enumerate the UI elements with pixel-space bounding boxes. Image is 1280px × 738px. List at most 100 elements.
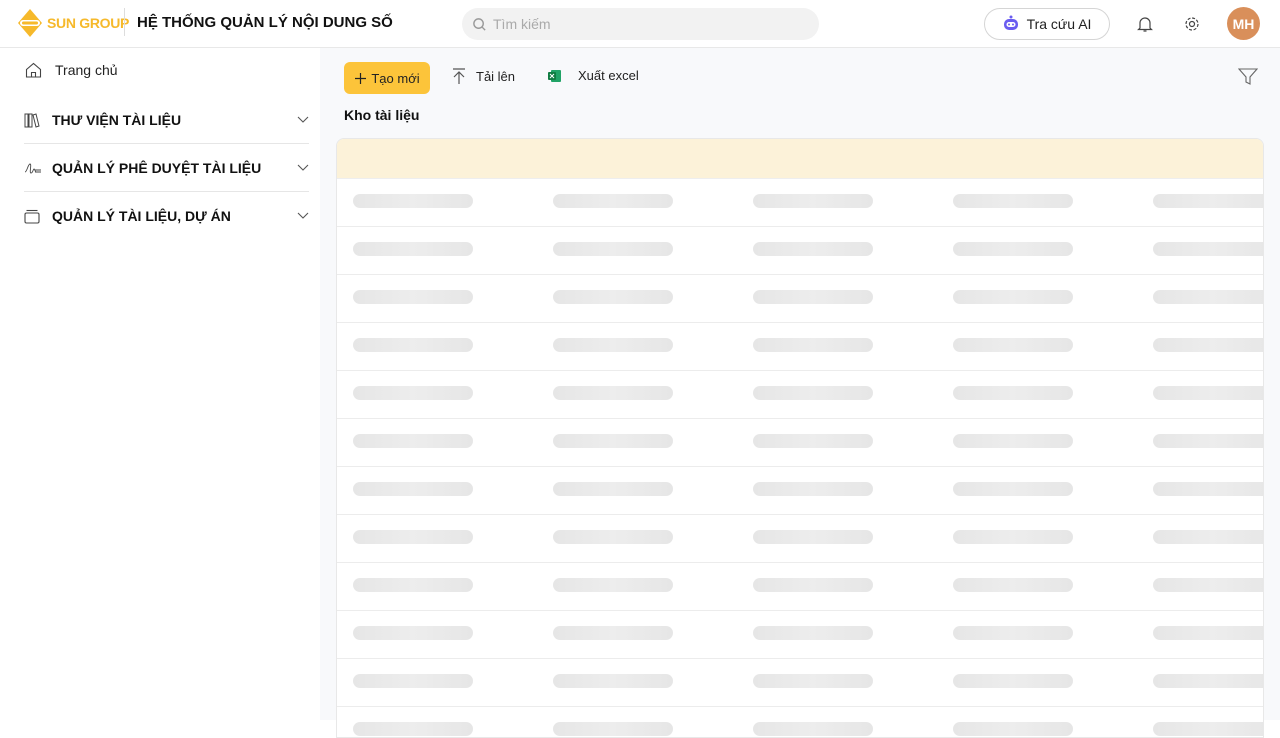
skeleton-cell <box>353 290 473 304</box>
upload-label: Tải lên <box>476 69 515 84</box>
skeleton-cell <box>353 530 473 544</box>
skeleton-cell <box>1153 530 1264 544</box>
skeleton-cell <box>753 722 873 736</box>
skeleton-cell <box>753 434 873 448</box>
skeleton-cell <box>353 578 473 592</box>
ai-search-button[interactable]: Tra cứu AI <box>984 8 1110 40</box>
skeleton-cell <box>553 386 673 400</box>
export-label: Xuất excel <box>578 68 639 83</box>
skeleton-cell <box>753 482 873 496</box>
skeleton-cell <box>553 626 673 640</box>
skeleton-cell <box>953 530 1073 544</box>
skeleton-cell <box>553 338 673 352</box>
plus-icon <box>354 72 367 85</box>
table-row <box>337 659 1263 707</box>
table-row <box>337 707 1263 738</box>
settings-gear-icon[interactable] <box>1181 13 1203 35</box>
table-row <box>337 179 1263 227</box>
skeleton-cell <box>953 674 1073 688</box>
excel-icon <box>548 69 562 83</box>
skeleton-cell <box>353 386 473 400</box>
sidebar-item-label: THƯ VIỆN TÀI LIỆU <box>52 112 181 128</box>
table-row <box>337 563 1263 611</box>
skeleton-cell <box>953 722 1073 736</box>
sun-group-logo[interactable]: SUN GROUP <box>17 8 129 38</box>
table-header-row <box>337 139 1263 179</box>
search-box[interactable] <box>462 8 819 40</box>
main-content: Tạo mới Tải lên Xuất excel Kho tài liệu <box>320 48 1280 720</box>
skeleton-cell <box>1153 242 1264 256</box>
skeleton-cell <box>353 338 473 352</box>
skeleton-cell <box>753 530 873 544</box>
skeleton-cell <box>1153 482 1264 496</box>
skeleton-cell <box>753 290 873 304</box>
ai-button-label: Tra cứu AI <box>1027 16 1092 32</box>
table-row <box>337 323 1263 371</box>
user-avatar[interactable]: MH <box>1227 7 1260 40</box>
archive-icon <box>24 209 42 224</box>
sidebar-item-label: QUẢN LÝ PHÊ DUYỆT TÀI LIỆU <box>52 160 261 176</box>
app-title: HỆ THỐNG QUẢN LÝ NỘI DUNG SỐ <box>137 14 393 31</box>
skeleton-cell <box>753 338 873 352</box>
table-row <box>337 371 1263 419</box>
skeleton-cell <box>1153 578 1264 592</box>
chevron-down-icon <box>297 212 309 220</box>
sidebar-item-home[interactable]: Trang chủ <box>25 62 118 78</box>
skeleton-cell <box>753 578 873 592</box>
skeleton-cell <box>553 290 673 304</box>
chevron-down-icon <box>297 116 309 124</box>
upload-button[interactable]: Tải lên <box>452 68 515 84</box>
skeleton-cell <box>553 530 673 544</box>
table-row <box>337 611 1263 659</box>
skeleton-cell <box>553 722 673 736</box>
skeleton-cell <box>953 194 1073 208</box>
skeleton-cell <box>353 674 473 688</box>
skeleton-cell <box>953 482 1073 496</box>
sidebar-group-projects[interactable]: QUẢN LÝ TÀI LIỆU, DỰ ÁN <box>24 192 309 240</box>
top-header: SUN GROUP HỆ THỐNG QUẢN LÝ NỘI DUNG SỐ T… <box>0 0 1280 48</box>
skeleton-cell <box>553 194 673 208</box>
sidebar-group-approval[interactable]: QUẢN LÝ PHÊ DUYỆT TÀI LIỆU <box>24 144 309 192</box>
skeleton-cell <box>753 386 873 400</box>
skeleton-cell <box>1153 626 1264 640</box>
sidebar: Trang chủ THƯ VIỆN TÀI LIỆU QUẢN LÝ PHÊ … <box>0 48 320 720</box>
skeleton-cell <box>353 482 473 496</box>
skeleton-cell <box>953 626 1073 640</box>
export-excel-button[interactable]: Xuất excel <box>548 68 639 83</box>
create-new-label: Tạo mới <box>371 71 419 86</box>
table-row <box>337 515 1263 563</box>
divider <box>124 8 125 36</box>
skeleton-cell <box>753 626 873 640</box>
skeleton-cell <box>953 338 1073 352</box>
skeleton-cell <box>353 194 473 208</box>
brand-name: SUN GROUP <box>47 15 129 31</box>
logo-diamond-icon <box>17 8 43 38</box>
skeleton-cell <box>953 242 1073 256</box>
home-icon <box>25 62 42 78</box>
sidebar-item-label: QUẢN LÝ TÀI LIỆU, DỰ ÁN <box>52 208 231 224</box>
skeleton-cell <box>753 674 873 688</box>
signature-icon <box>24 162 42 174</box>
chevron-down-icon <box>297 164 309 172</box>
notification-bell-icon[interactable] <box>1134 13 1156 35</box>
skeleton-cell <box>353 722 473 736</box>
search-input[interactable] <box>493 16 793 32</box>
skeleton-cell <box>953 578 1073 592</box>
create-new-button[interactable]: Tạo mới <box>344 62 430 94</box>
skeleton-cell <box>553 242 673 256</box>
sidebar-item-label: Trang chủ <box>55 62 118 78</box>
skeleton-cell <box>353 434 473 448</box>
robot-icon <box>1003 15 1019 33</box>
skeleton-cell <box>553 674 673 688</box>
skeleton-cell <box>753 242 873 256</box>
skeleton-cell <box>1153 674 1264 688</box>
table-row <box>337 227 1263 275</box>
skeleton-cell <box>953 386 1073 400</box>
skeleton-cell <box>1153 338 1264 352</box>
skeleton-cell <box>553 434 673 448</box>
filter-icon[interactable] <box>1238 68 1258 91</box>
sidebar-group-library[interactable]: THƯ VIỆN TÀI LIỆU <box>24 96 309 144</box>
skeleton-cell <box>1153 290 1264 304</box>
documents-table <box>336 138 1264 738</box>
skeleton-cell <box>1153 434 1264 448</box>
